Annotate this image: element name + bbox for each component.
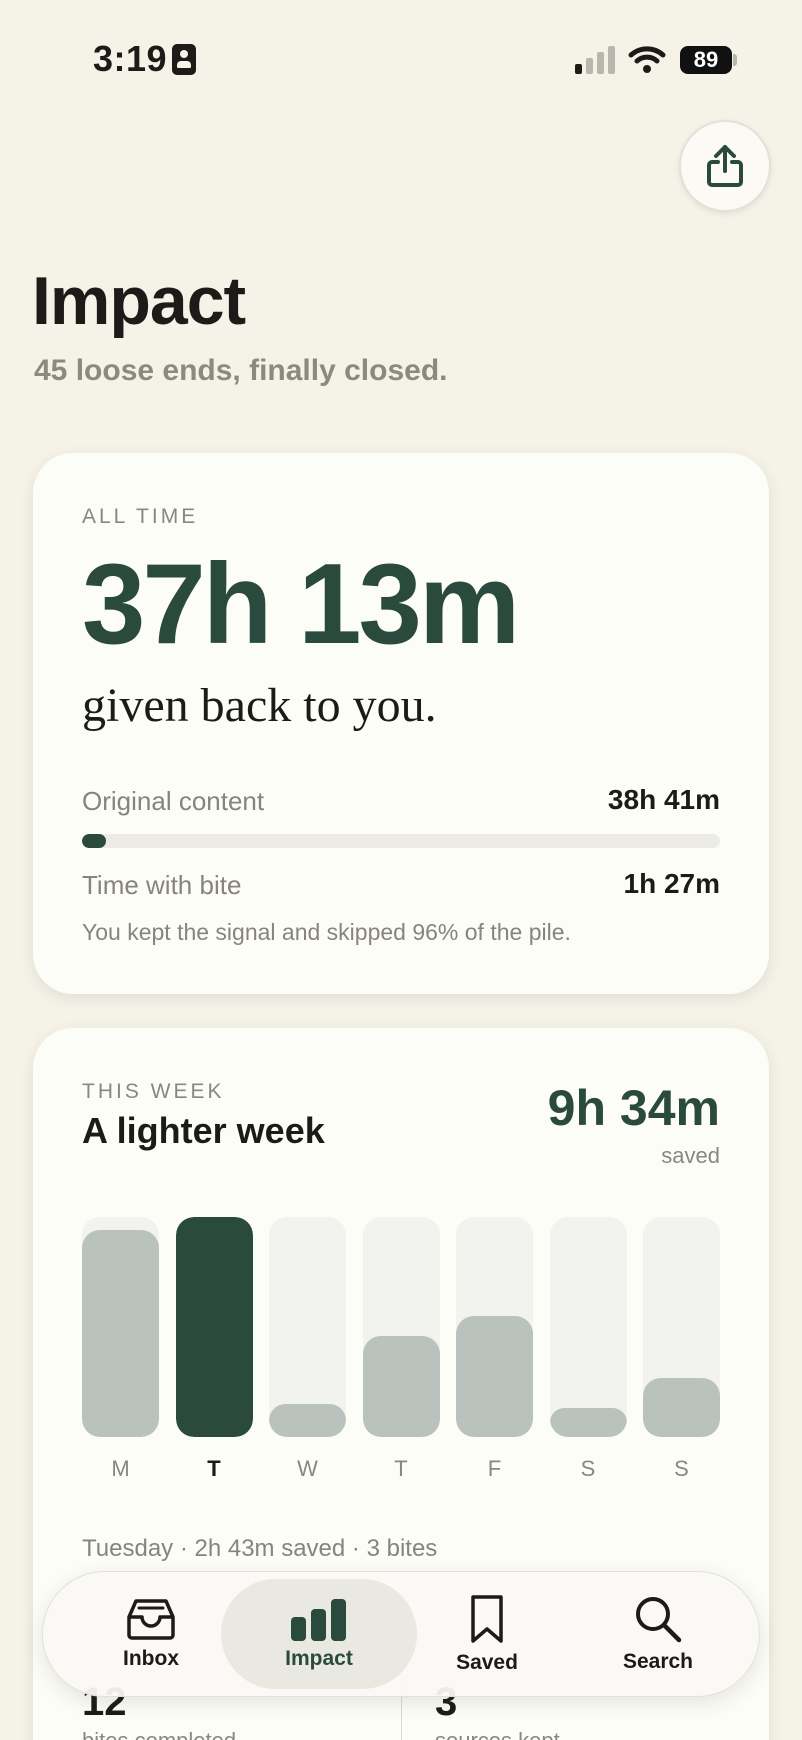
- day-label-4: F: [487, 1456, 502, 1481]
- this-week-saved: 9h 34m: [547, 1080, 720, 1136]
- bar-track-0[interactable]: [82, 1217, 159, 1437]
- original-content-value: 38h 41m: [607, 784, 720, 815]
- tab-saved-label: Saved: [456, 1651, 518, 1674]
- day-label-6: S: [674, 1456, 689, 1481]
- weekly-bar-chart: [82, 1217, 720, 1437]
- page-subtitle: 45 loose ends, finally closed.: [34, 354, 448, 387]
- status-time: 3:19: [93, 38, 168, 79]
- search-icon: [636, 1597, 682, 1643]
- bite-ratio-progress: [82, 834, 720, 848]
- bar-5: [549, 1408, 627, 1437]
- day-label-1: T: [207, 1456, 221, 1481]
- contact-card-icon: [172, 44, 196, 75]
- bites-completed-caption: bites completed: [82, 1728, 236, 1740]
- bar-track-1[interactable]: [175, 1217, 253, 1437]
- this-week-eyebrow: THIS WEEK: [82, 1080, 225, 1103]
- tab-saved[interactable]: Saved: [417, 1579, 557, 1689]
- all-time-eyebrow: ALL TIME: [82, 505, 199, 528]
- battery-level: 89: [693, 47, 719, 72]
- bar-1: [175, 1217, 253, 1437]
- selected-day-detail: Tuesday · 2h 43m saved · 3 bites: [82, 1535, 438, 1562]
- all-time-saved: 37h 13m: [82, 541, 520, 668]
- bar-4: [456, 1316, 533, 1437]
- share-icon: [707, 145, 743, 187]
- this-week-saved-caption: saved: [661, 1143, 720, 1168]
- tab-search-label: Search: [622, 1650, 694, 1673]
- sources-kept-caption: sources kept: [435, 1728, 560, 1740]
- battery-indicator: 89: [680, 46, 732, 74]
- day-label-5: S: [580, 1456, 596, 1481]
- bar-0: [82, 1230, 159, 1437]
- time-with-bite-label: Time with bite: [82, 870, 242, 900]
- time-with-bite-value: 1h 27m: [623, 868, 721, 899]
- page-title: Impact: [32, 263, 246, 339]
- tab-bar: Inbox Impact Saved Search: [42, 1571, 760, 1697]
- share-button[interactable]: [679, 120, 771, 212]
- bite-ratio-fill: [82, 834, 106, 848]
- bar-track-6[interactable]: [643, 1217, 720, 1437]
- day-label-3: T: [394, 1456, 408, 1481]
- day-label-2: W: [297, 1456, 318, 1481]
- bar-3: [362, 1335, 440, 1437]
- all-time-tagline: given back to you.: [82, 679, 437, 732]
- this-week-title: A lighter week: [82, 1110, 325, 1151]
- bar-2: [269, 1404, 346, 1437]
- tab-inbox-label: Inbox: [123, 1647, 179, 1670]
- bar-track-2[interactable]: [269, 1217, 346, 1437]
- tab-search[interactable]: Search: [583, 1579, 733, 1689]
- battery-cap: [733, 54, 737, 66]
- wifi-icon: [628, 46, 666, 73]
- bar-track-5[interactable]: [549, 1217, 627, 1437]
- tab-impact-label: Impact: [285, 1647, 353, 1670]
- bar-track-3[interactable]: [362, 1217, 440, 1437]
- cellular-signal-icon: [575, 46, 615, 74]
- bookmark-icon: [471, 1595, 503, 1643]
- original-content-label: Original content: [82, 786, 265, 816]
- day-label-0: M: [111, 1456, 130, 1481]
- bar-track-4[interactable]: [456, 1217, 533, 1437]
- all-time-note: You kept the signal and skipped 96% of t…: [82, 919, 571, 945]
- bar-6: [643, 1377, 720, 1437]
- inbox-icon: [127, 1599, 175, 1640]
- tab-impact[interactable]: Impact: [221, 1579, 417, 1689]
- bar-chart-icon: [291, 1599, 346, 1641]
- tab-inbox[interactable]: Inbox: [81, 1579, 221, 1689]
